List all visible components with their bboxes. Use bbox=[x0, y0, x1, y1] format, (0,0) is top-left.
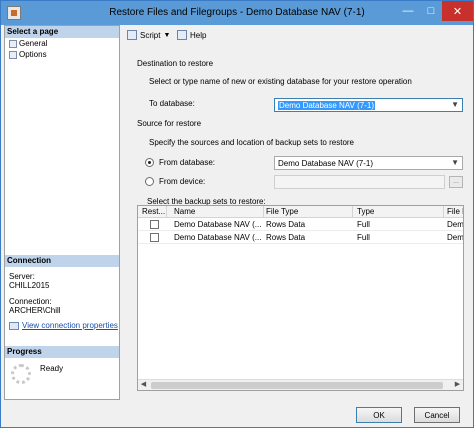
chevron-down-icon: ▼ bbox=[451, 158, 459, 167]
row-file-location: Dem bbox=[447, 233, 464, 242]
from-device-label: From device: bbox=[159, 177, 206, 186]
scroll-right-icon[interactable]: ▶ bbox=[452, 380, 463, 390]
restore-dialog-window: Restore Files and Filegroups - Demo Data… bbox=[0, 0, 474, 428]
server-label: Server: bbox=[9, 272, 35, 281]
chevron-down-icon: ▼ bbox=[451, 100, 459, 109]
progress-status: Ready bbox=[40, 364, 64, 373]
minimize-button[interactable]: — bbox=[396, 1, 420, 21]
destination-instruction: Select or type name of new or existing d… bbox=[149, 77, 412, 86]
column-divider bbox=[352, 206, 353, 218]
column-header-file-location[interactable]: File L bbox=[447, 207, 463, 216]
chevron-down-icon: ▼ bbox=[163, 31, 171, 39]
script-label: Script bbox=[140, 30, 161, 40]
progress-header: Progress bbox=[5, 346, 119, 358]
from-database-value: Demo Database NAV (7-1) bbox=[278, 158, 373, 168]
row-name: Demo Database NAV (... bbox=[174, 233, 262, 242]
server-value: CHILL2015 bbox=[9, 281, 50, 290]
to-database-combo[interactable]: Demo Database NAV (7-1) ▼ bbox=[274, 98, 463, 112]
row-type: Full bbox=[357, 220, 370, 229]
general-page: Destination to restore Select or type na… bbox=[123, 45, 473, 400]
row-file-location: Dem bbox=[447, 220, 464, 229]
browse-device-button[interactable]: ... bbox=[449, 176, 463, 188]
from-database-combo[interactable]: Demo Database NAV (7-1) ▼ bbox=[274, 156, 463, 170]
restore-checkbox[interactable] bbox=[150, 233, 159, 242]
scroll-left-icon[interactable]: ◀ bbox=[138, 380, 149, 390]
cancel-button[interactable]: Cancel bbox=[414, 407, 460, 423]
title-bar[interactable]: Restore Files and Filegroups - Demo Data… bbox=[1, 1, 473, 25]
page-icon bbox=[9, 39, 17, 48]
column-divider bbox=[443, 206, 444, 218]
script-button[interactable]: Script ▼ bbox=[127, 30, 170, 40]
page-item-options[interactable]: Options bbox=[9, 50, 47, 59]
maximize-button[interactable]: □ bbox=[420, 1, 442, 21]
progress-spinner-icon bbox=[11, 364, 31, 384]
close-button[interactable]: ✕ bbox=[442, 1, 473, 21]
ok-button[interactable]: OK bbox=[356, 407, 402, 423]
table-row[interactable]: Demo Database NAV (... Rows Data Full De… bbox=[138, 219, 463, 231]
source-section-label: Source for restore bbox=[137, 119, 202, 128]
from-device-input[interactable] bbox=[274, 175, 445, 189]
help-label: Help bbox=[190, 30, 207, 40]
column-divider bbox=[166, 206, 167, 218]
restore-checkbox[interactable] bbox=[150, 220, 159, 229]
destination-section-label: Destination to restore bbox=[137, 59, 214, 68]
row-name: Demo Database NAV (... bbox=[174, 220, 262, 229]
page-item-general[interactable]: General bbox=[9, 39, 47, 48]
source-instruction: Specify the sources and location of back… bbox=[149, 138, 355, 147]
left-pane: Select a page General Options Connection… bbox=[4, 25, 120, 400]
connection-label: Connection: bbox=[9, 297, 52, 306]
row-type: Full bbox=[357, 233, 370, 242]
backup-sets-grid[interactable]: Rest... Name File Type Type File L Demo … bbox=[137, 205, 464, 391]
column-header-type[interactable]: Type bbox=[357, 207, 374, 216]
connection-header: Connection bbox=[5, 255, 119, 267]
column-header-file-type[interactable]: File Type bbox=[266, 207, 298, 216]
view-connection-properties-label: View connection properties bbox=[22, 321, 118, 330]
select-page-header: Select a page bbox=[5, 26, 119, 38]
from-database-radio[interactable] bbox=[145, 158, 154, 167]
to-database-value: Demo Database NAV (7-1) bbox=[278, 100, 375, 110]
script-icon bbox=[127, 30, 137, 40]
table-row[interactable]: Demo Database NAV (... Rows Data Full De… bbox=[138, 232, 463, 244]
row-file-type: Rows Data bbox=[266, 220, 306, 229]
connection-properties-icon bbox=[9, 321, 19, 330]
connection-value: ARCHER\Chill bbox=[9, 306, 61, 315]
toolbar: Script ▼ Help bbox=[123, 27, 473, 43]
grid-header: Rest... Name File Type Type File L bbox=[138, 206, 463, 218]
horizontal-scrollbar[interactable]: ◀ ▶ bbox=[138, 379, 463, 390]
to-database-label: To database: bbox=[149, 99, 195, 108]
page-item-label: Options bbox=[19, 50, 47, 59]
scrollbar-thumb[interactable] bbox=[151, 382, 443, 389]
from-database-label: From database: bbox=[159, 158, 216, 167]
from-device-radio[interactable] bbox=[145, 177, 154, 186]
page-item-label: General bbox=[19, 39, 48, 48]
column-header-restore[interactable]: Rest... bbox=[142, 207, 165, 216]
help-button[interactable]: Help bbox=[177, 30, 206, 40]
page-icon bbox=[9, 50, 17, 59]
column-header-name[interactable]: Name bbox=[174, 207, 195, 216]
row-file-type: Rows Data bbox=[266, 233, 306, 242]
column-divider bbox=[263, 206, 264, 218]
view-connection-properties-link[interactable]: View connection properties bbox=[9, 321, 118, 330]
help-icon bbox=[177, 30, 187, 40]
